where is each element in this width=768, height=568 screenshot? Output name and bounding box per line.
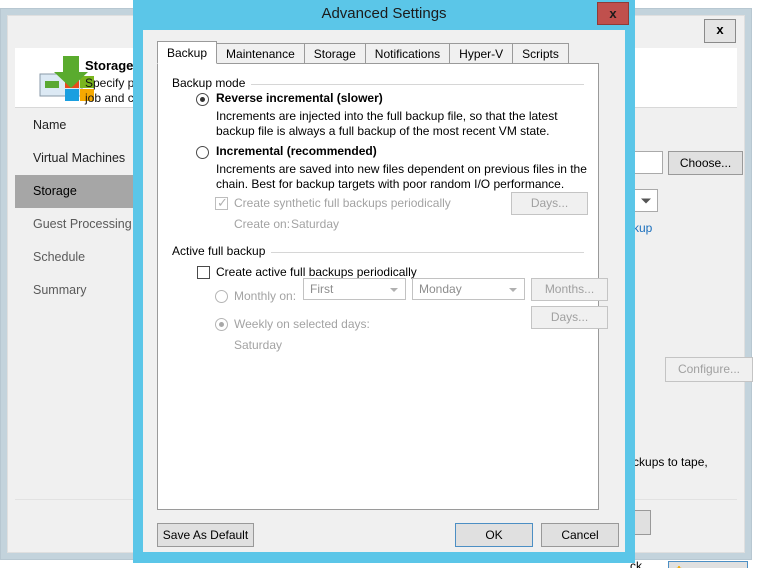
choose-button[interactable]: Choose... (668, 151, 743, 175)
value-create-on: Saturday (291, 217, 340, 231)
tab-storage[interactable]: Storage (303, 43, 366, 64)
wizard-page-title: Storage (85, 58, 134, 73)
radio-dot (200, 97, 205, 102)
radio-weekly-selected-days[interactable] (215, 318, 228, 331)
desc-reverse-incremental: Increments are injected into the full ba… (216, 109, 558, 138)
label-incremental: Incremental (recommended) (216, 144, 377, 158)
monthly-ordinal-combo[interactable]: First (303, 278, 406, 300)
label-reverse-incremental: Reverse incremental (slower) (216, 91, 383, 105)
dialog-body: Backup Maintenance Storage Notifications… (143, 30, 625, 552)
chevron-down-icon (390, 288, 398, 292)
map-backup-link[interactable]: kup (633, 221, 652, 235)
checkbox-synthetic-full[interactable]: ✓ (215, 195, 228, 210)
advanced-settings-dialog: Advanced Settings x Backup Maintenance S… (133, 0, 635, 563)
sidebar-item-guest-processing[interactable]: Guest Processing (15, 208, 143, 241)
sidebar-item-virtual-machines[interactable]: Virtual Machines (15, 142, 143, 175)
label-create-on: Create on: (234, 217, 291, 231)
sidebar-item-storage[interactable]: Storage (15, 175, 143, 208)
save-as-default-button[interactable]: Save As Default (157, 523, 254, 547)
desc-incremental: Increments are saved into new files depe… (216, 162, 587, 191)
check-icon: ✓ (217, 195, 228, 210)
radio-monthly-on[interactable] (215, 290, 228, 303)
sidebar-item-name[interactable]: Name (15, 109, 143, 142)
label-monthly-on: Monthly on: (234, 289, 297, 303)
dialog-title: Advanced Settings (321, 5, 447, 22)
tab-maintenance[interactable]: Maintenance (216, 43, 305, 64)
tab-page-backup: Backup mode Reverse incremental (slower)… (157, 63, 608, 510)
advanced-button[interactable]: Advanced (668, 561, 748, 568)
tab-hyper-v[interactable]: Hyper-V (449, 43, 514, 64)
active-full-group-label: Active full backup (172, 244, 272, 258)
ok-button[interactable]: OK (455, 523, 533, 547)
tab-notifications[interactable]: Notifications (364, 43, 451, 64)
radio-dot (219, 322, 224, 327)
wizard-close-button[interactable]: x (704, 19, 736, 43)
label-synthetic-full: Create synthetic full backups periodical… (234, 196, 451, 210)
dialog-cancel-button[interactable]: Cancel (541, 523, 619, 547)
monthly-weekday-value: Monday (419, 282, 462, 296)
dialog-close-button[interactable]: x (597, 2, 629, 25)
synthetic-days-button[interactable]: Days... (511, 192, 588, 215)
tabstrip: Backup Maintenance Storage Notifications… (157, 41, 569, 64)
weekly-days-button[interactable]: Days... (531, 306, 608, 329)
chevron-down-icon (641, 198, 651, 203)
value-weekly-days: Saturday (234, 338, 283, 352)
checkbox-active-full[interactable] (197, 266, 210, 279)
radio-reverse-incremental[interactable] (196, 93, 209, 106)
backup-mode-group-label: Backup mode (172, 76, 252, 90)
label-active-full: Create active full backups periodically (216, 265, 417, 279)
configure-button[interactable]: Configure... (665, 357, 753, 382)
label-weekly-selected-days: Weekly on selected days: (234, 317, 370, 331)
radio-incremental[interactable] (196, 146, 209, 159)
monthly-ordinal-value: First (310, 282, 334, 296)
chevron-down-icon (509, 288, 517, 292)
tab-backup[interactable]: Backup (157, 41, 218, 64)
screen: x Storage Specify pr job and cu Name Vir… (0, 0, 768, 568)
months-button[interactable]: Months... (531, 278, 608, 301)
sidebar-item-summary[interactable]: Summary (15, 274, 143, 307)
monthly-weekday-combo[interactable]: Monday (412, 278, 525, 300)
wizard-sidebar: Name Virtual Machines Storage Guest Proc… (15, 109, 143, 500)
tab-scripts[interactable]: Scripts (512, 43, 569, 64)
sidebar-item-schedule[interactable]: Schedule (15, 241, 143, 274)
